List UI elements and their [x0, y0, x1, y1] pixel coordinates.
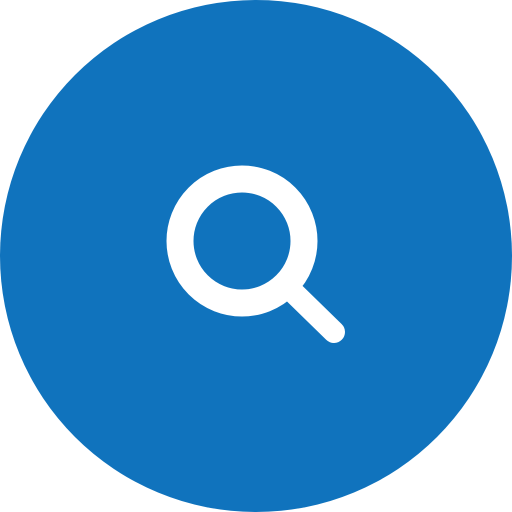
page: [0, 0, 512, 512]
search-button-background: [0, 0, 512, 512]
search-button-graphic: [0, 0, 512, 512]
search-button[interactable]: [0, 0, 512, 512]
